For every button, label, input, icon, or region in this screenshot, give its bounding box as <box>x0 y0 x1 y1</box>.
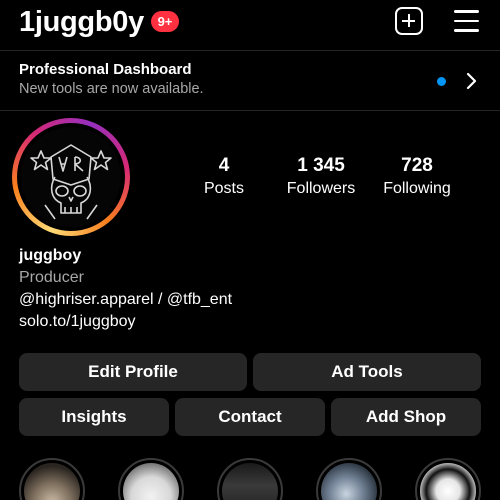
posts-count: 4 <box>218 155 230 176</box>
top-bar: 1juggb0y 9+ <box>0 0 500 50</box>
following-count: 728 <box>401 155 433 176</box>
posts-stat[interactable]: 4 Posts <box>174 155 274 200</box>
highlight-thumbnail <box>321 463 377 500</box>
avatar-story-ring[interactable] <box>12 118 130 236</box>
following-stat[interactable]: 728 Following <box>367 155 467 200</box>
story-highlight[interactable] <box>118 458 184 500</box>
posts-label: Posts <box>203 180 244 197</box>
followers-label: Followers <box>286 180 356 197</box>
followers-stat[interactable]: 1 345 Followers <box>271 155 371 200</box>
profile-username[interactable]: 1juggb0y <box>19 6 144 39</box>
plus-square-icon[interactable] <box>395 7 423 35</box>
blue-dot-indicator <box>437 77 446 86</box>
add-shop-button[interactable]: Add Shop <box>331 398 481 436</box>
avatar <box>21 127 121 227</box>
notification-badge[interactable]: 9+ <box>151 11 179 32</box>
following-label: Following <box>383 180 451 197</box>
bio-link[interactable]: solo.to/1juggboy <box>19 311 136 333</box>
edit-profile-button[interactable]: Edit Profile <box>19 353 247 391</box>
dashboard-title: Professional Dashboard <box>19 61 192 78</box>
story-highlight[interactable] <box>217 458 283 500</box>
story-highlight[interactable] <box>415 458 481 500</box>
profile-display-name: juggboy <box>19 247 82 264</box>
bio-mentions[interactable]: @highriser.apparel / @tfb_ent <box>19 289 232 311</box>
ad-tools-button[interactable]: Ad Tools <box>253 353 481 391</box>
followers-count: 1 345 <box>297 155 345 176</box>
highlight-thumbnail <box>123 463 179 500</box>
contact-button[interactable]: Contact <box>175 398 325 436</box>
professional-dashboard-banner[interactable]: Professional Dashboard New tools are now… <box>0 51 500 110</box>
story-highlight[interactable] <box>316 458 382 500</box>
dashboard-subtitle: New tools are now available. <box>19 81 204 97</box>
skull-logo-icon <box>30 144 112 220</box>
story-highlight[interactable] <box>19 458 85 500</box>
hamburger-menu-icon[interactable] <box>454 10 479 32</box>
divider <box>0 110 500 111</box>
highlight-thumbnail <box>420 463 476 500</box>
chevron-right-icon <box>466 72 477 90</box>
highlight-thumbnail <box>222 463 278 500</box>
highlight-thumbnail <box>24 463 80 500</box>
insights-button[interactable]: Insights <box>19 398 169 436</box>
profile-category: Producer <box>19 269 84 286</box>
